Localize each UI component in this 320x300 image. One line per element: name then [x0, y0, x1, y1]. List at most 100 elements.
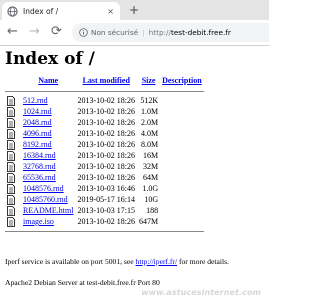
file-description-cell — [160, 205, 204, 216]
file-name-cell[interactable]: 1024.rnd — [21, 106, 75, 117]
file-icon — [7, 106, 15, 117]
server-signature: Apache2 Debian Server at test-debit.free… — [5, 278, 160, 287]
watermark: www.astucesinternet.com — [141, 288, 261, 297]
sort-by-size-link[interactable]: Size — [142, 76, 156, 85]
file-link[interactable]: 1048576.rnd — [23, 184, 64, 193]
iperf-link[interactable]: http://iperf.fr/ — [136, 257, 178, 266]
file-modified-cell: 2013-10-02 18:26 — [77, 217, 136, 226]
file-link[interactable]: README.html — [23, 206, 73, 215]
iperf-note-text: Iperf service is available on port 5001,… — [5, 257, 136, 266]
file-modified-cell: 2013-10-02 18:26 — [77, 162, 136, 171]
file-name-cell[interactable]: 10485760.rnd — [21, 194, 75, 205]
file-link[interactable]: 1024.rnd — [23, 107, 52, 116]
file-icon-cell — [5, 95, 21, 106]
column-modified-header[interactable]: Last modified — [75, 72, 137, 87]
header-separator — [5, 87, 204, 95]
file-name-cell[interactable]: 4096.rnd — [21, 128, 75, 139]
file-link[interactable]: 4096.rnd — [23, 129, 52, 138]
column-size-header[interactable]: Size — [137, 72, 160, 87]
file-description-cell — [160, 106, 204, 117]
file-icon-cell — [5, 216, 21, 227]
file-size-cell: 64M — [143, 173, 159, 182]
file-link[interactable]: 32768.rnd — [23, 162, 56, 171]
file-name-cell[interactable]: 65536.rnd — [21, 172, 75, 183]
iperf-note-tail: for more details. — [177, 257, 229, 266]
file-icon — [7, 161, 15, 172]
file-description-cell — [160, 95, 204, 106]
file-description-cell — [160, 216, 204, 227]
file-link[interactable]: 512.rnd — [23, 96, 48, 105]
iperf-note: Iperf service is available on port 5001,… — [5, 257, 229, 266]
column-name-header[interactable]: Name — [21, 72, 75, 87]
file-link[interactable]: 2048.rnd — [23, 118, 52, 127]
file-icon — [7, 172, 15, 183]
table-row: 2048.rnd 2013-10-02 18:26 2.0M — [5, 117, 204, 128]
file-link[interactable]: 10485760.rnd — [23, 195, 68, 204]
file-size-cell: 16M — [143, 151, 159, 160]
file-modified-cell: 2013-10-03 17:15 — [77, 206, 136, 215]
url-host: test-debit.free.fr — [170, 28, 231, 37]
sort-by-modified-link[interactable]: Last modified — [83, 76, 130, 85]
file-link[interactable]: 8192.rnd — [23, 140, 52, 149]
footer-separator — [5, 227, 204, 235]
file-icon — [7, 205, 15, 216]
file-modified-cell: 2019-05-17 16:14 — [77, 195, 136, 204]
file-icon-cell — [5, 128, 21, 139]
file-description-cell — [160, 139, 204, 150]
table-row: 1024.rnd 2013-10-02 18:26 1.0M — [5, 106, 204, 117]
file-link[interactable]: image.iso — [23, 217, 54, 226]
file-name-cell[interactable]: 1048576.rnd — [21, 183, 75, 194]
file-name-cell[interactable]: image.iso — [21, 216, 75, 227]
file-name-cell[interactable]: 2048.rnd — [21, 117, 75, 128]
file-description-cell — [160, 161, 204, 172]
file-icon — [7, 194, 15, 205]
file-icon — [7, 117, 15, 128]
file-name-cell[interactable]: 512.rnd — [21, 95, 75, 106]
info-icon[interactable] — [79, 28, 88, 37]
forward-button[interactable]: → — [29, 24, 40, 40]
file-icon — [7, 216, 15, 227]
divider — [5, 90, 204, 92]
table-row: README.html 2013-10-03 17:15 188 — [5, 205, 204, 216]
file-icon-cell — [5, 183, 21, 194]
file-link[interactable]: 65536.rnd — [23, 173, 56, 182]
file-description-cell — [160, 128, 204, 139]
file-modified-cell: 2013-10-02 18:26 — [77, 96, 136, 105]
url-scheme: http:// — [148, 28, 171, 37]
file-name-cell[interactable]: 32768.rnd — [21, 161, 75, 172]
sort-by-name-link[interactable]: Name — [38, 76, 58, 85]
file-link[interactable]: 16384.rnd — [23, 151, 56, 160]
file-modified-cell: 2013-10-02 18:26 — [77, 129, 136, 138]
table-row: 16384.rnd 2013-10-02 18:26 16M — [5, 150, 204, 161]
file-icon — [7, 150, 15, 161]
sort-by-description-link[interactable]: Description — [162, 76, 202, 85]
back-button[interactable]: ← — [7, 24, 18, 40]
file-description-cell — [160, 150, 204, 161]
file-listing: Name Last modified Size Description 512.… — [5, 72, 204, 235]
file-icon-cell — [5, 194, 21, 205]
file-size-cell: 32M — [143, 162, 159, 171]
divider — [5, 230, 204, 232]
table-row: 32768.rnd 2013-10-02 18:26 32M — [5, 161, 204, 172]
table-row: 512.rnd 2013-10-02 18:26 512K — [5, 95, 204, 106]
file-size-cell: 2.0M — [141, 118, 159, 127]
close-tab-icon[interactable]: × — [107, 7, 114, 16]
tab-index[interactable]: Index of / × — [2, 2, 120, 20]
file-description-cell — [160, 194, 204, 205]
file-name-cell[interactable]: README.html — [21, 205, 75, 216]
file-icon-cell — [5, 117, 21, 128]
file-icon-cell — [5, 205, 21, 216]
header-row: Name Last modified Size Description — [5, 72, 204, 87]
new-tab-button[interactable]: + — [129, 3, 139, 17]
security-label[interactable]: Non sécurisé — [91, 28, 138, 37]
address-bar[interactable]: Non sécurisé | http://test-debit.free.fr — [72, 23, 269, 42]
file-modified-cell: 2013-10-03 16:46 — [77, 184, 136, 193]
reload-button[interactable]: ⟳ — [51, 24, 62, 40]
file-name-cell[interactable]: 8192.rnd — [21, 139, 75, 150]
column-description-header[interactable]: Description — [160, 72, 204, 87]
file-name-cell[interactable]: 16384.rnd — [21, 150, 75, 161]
file-icon-cell — [5, 139, 21, 150]
file-icon — [7, 128, 15, 139]
table-row: 8192.rnd 2013-10-02 18:26 8.0M — [5, 139, 204, 150]
file-modified-cell: 2013-10-02 18:26 — [77, 140, 136, 149]
